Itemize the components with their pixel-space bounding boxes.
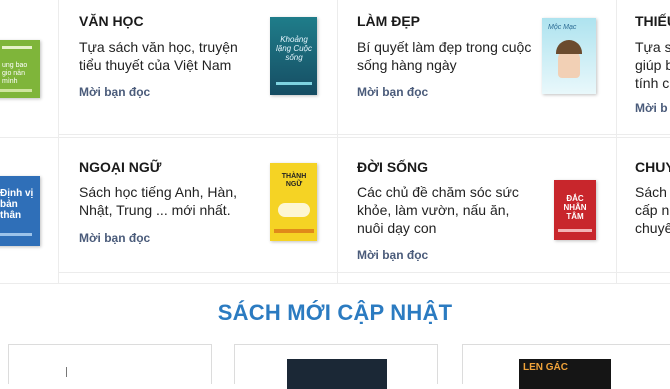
book-cover-image[interactable]: THÀNH NGỮ bbox=[270, 163, 317, 241]
product-card[interactable] bbox=[234, 344, 438, 389]
category-card-doi-song: ĐỜI SỐNG Các chủ đề chăm sóc sức khỏe, l… bbox=[338, 138, 616, 273]
category-grid: ung bao gio nản mình Định vị bản thân VĂ… bbox=[0, 0, 670, 284]
category-title[interactable]: CHUY bbox=[635, 159, 670, 175]
category-card-partial: THIẾU Tựa s giúp b tính c Mời b bbox=[617, 0, 670, 135]
book-cover-image[interactable]: Khoảng lặng Cuộc sống bbox=[270, 17, 317, 95]
category-card-lam-dep: LÀM ĐẸP Bí quyết làm đẹp trong cuộc sống… bbox=[338, 0, 616, 135]
product-image-placeholder bbox=[66, 367, 67, 377]
category-title[interactable]: THIẾU bbox=[635, 13, 670, 29]
read-more-link[interactable]: Mời bạn đọc bbox=[357, 85, 428, 99]
book-cover-image[interactable]: ung bao gio nản mình bbox=[0, 40, 40, 98]
cover-text: Mộc Mạc bbox=[548, 24, 577, 31]
book-cover-image[interactable]: ĐẮC NHÂN TÂM bbox=[554, 180, 596, 240]
cover-text: LEN GÁC bbox=[523, 362, 568, 373]
category-card-ngoai-ngu: NGOẠI NGỮ Sách học tiếng Anh, Hàn, Nhật,… bbox=[59, 138, 337, 273]
cover-text: Định vị bản thân bbox=[0, 188, 34, 221]
category-title[interactable]: NGOẠI NGỮ bbox=[79, 159, 161, 175]
category-description: Tựa sách văn học, truyện tiểu thuyết của… bbox=[79, 39, 238, 73]
category-title[interactable]: VĂN HỌC bbox=[79, 13, 144, 29]
read-more-link[interactable]: Mời bạn đọc bbox=[357, 248, 428, 262]
category-title[interactable]: ĐỜI SỐNG bbox=[357, 159, 428, 175]
category-description: Tựa s giúp b tính c bbox=[635, 39, 670, 91]
product-cover-image: LEN GÁC bbox=[519, 359, 611, 389]
category-description: Sách cấp n chuyê bbox=[635, 184, 670, 236]
read-more-link[interactable]: Mời bạn đọc bbox=[79, 85, 150, 99]
cover-text: ung bao gio nản mình bbox=[2, 62, 28, 85]
category-title[interactable]: LÀM ĐẸP bbox=[357, 13, 420, 29]
cover-text: THÀNH NGỮ bbox=[281, 173, 307, 188]
cover-text: Khoảng lặng Cuộc sống bbox=[275, 35, 313, 62]
product-card[interactable] bbox=[8, 344, 212, 384]
book-cover-image[interactable]: Mộc Mạc bbox=[542, 18, 596, 94]
section-title: SÁCH MỚI CẬP NHẬT bbox=[217, 300, 453, 325]
product-card[interactable]: LEN GÁC bbox=[462, 344, 670, 389]
category-description: Bí quyết làm đẹp trong cuộc sống hàng ng… bbox=[357, 39, 532, 73]
book-cover-image[interactable]: Định vị bản thân bbox=[0, 176, 40, 246]
category-card-partial: CHUY Sách cấp n chuyê bbox=[617, 138, 670, 273]
grid-row-divider bbox=[0, 283, 670, 284]
category-description: Sách học tiếng Anh, Hàn, Nhật, Trung ...… bbox=[79, 184, 237, 218]
read-more-link[interactable]: Mời bạn đọc bbox=[79, 231, 150, 245]
cover-text: ĐẮC NHÂN TÂM bbox=[563, 194, 587, 221]
read-more-link[interactable]: Mời b bbox=[635, 101, 668, 115]
category-description: Các chủ đề chăm sóc sức khỏe, làm vườn, … bbox=[357, 184, 519, 236]
product-cover-image bbox=[287, 359, 387, 389]
category-card-van-hoc: VĂN HỌC Tựa sách văn học, truyện tiểu th… bbox=[59, 0, 337, 135]
